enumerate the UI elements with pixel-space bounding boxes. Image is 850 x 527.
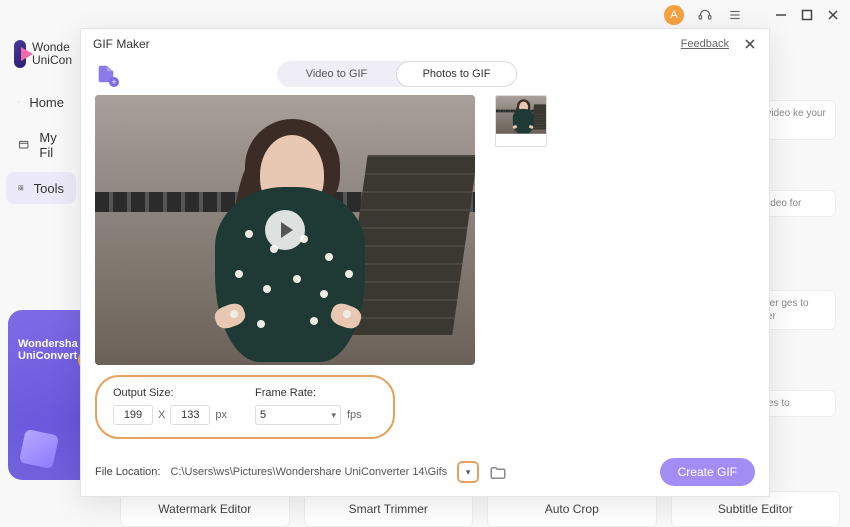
file-location-dropdown[interactable]: ▾ [457, 461, 479, 483]
sidebar-item-tools[interactable]: Tools [6, 172, 76, 204]
brand-line2: UniCon [32, 54, 72, 67]
px-unit: px [215, 409, 227, 421]
promo-cube-icon [19, 429, 59, 469]
mode-tabs: Video to GIF Photos to GIF [277, 61, 517, 87]
modal-close-button[interactable] [743, 37, 757, 51]
sidebar-item-my-files[interactable]: My Fil [6, 122, 76, 168]
gif-maker-modal: GIF Maker Feedback + Video to GIF Photos… [80, 28, 770, 497]
open-folder-button[interactable] [489, 464, 507, 480]
main-titlebar: A [0, 0, 850, 30]
plus-icon: + [109, 77, 119, 87]
file-location-label: File Location: [95, 466, 160, 478]
tab-label: Video to GIF [306, 68, 368, 80]
tab-photos-to-gif[interactable]: Photos to GIF [396, 61, 517, 87]
menu-icon[interactable] [726, 6, 744, 24]
tool-label: Smart Trimmer [349, 502, 428, 516]
output-size-label: Output Size: [113, 387, 227, 399]
output-height-input[interactable] [170, 405, 210, 425]
create-gif-button[interactable]: Create GIF [660, 458, 755, 486]
create-gif-label: Create GIF [678, 465, 737, 479]
logo-mark-icon [14, 40, 26, 68]
home-icon [18, 94, 19, 110]
frame-rate-label: Frame Rate: [255, 387, 362, 399]
sidebar-item-label: My Fil [39, 130, 64, 160]
tool-label: Subtitle Editor [718, 502, 793, 516]
tab-video-to-gif[interactable]: Video to GIF [277, 61, 396, 87]
window-minimize-button[interactable] [774, 8, 788, 22]
fps-unit: fps [347, 409, 362, 421]
file-location-path: C:\Users\ws\Pictures\Wondershare UniConv… [170, 466, 447, 478]
tool-label: Watermark Editor [158, 502, 251, 516]
chevron-down-icon: ▾ [331, 410, 336, 421]
tools-icon [18, 180, 24, 196]
frame-rate-select[interactable]: 5 ▾ [255, 405, 341, 425]
modal-tab-row: + Video to GIF Photos to GIF [95, 61, 755, 87]
tab-label: Photos to GIF [423, 68, 491, 80]
files-icon [18, 137, 29, 153]
sidebar-item-home[interactable]: Home [6, 86, 76, 118]
frame-rate-value: 5 [260, 409, 266, 421]
thumbnail-1[interactable] [495, 95, 547, 147]
thumbnail-strip [495, 95, 755, 442]
tool-label: Auto Crop [545, 502, 599, 516]
window-close-button[interactable] [826, 8, 840, 22]
headset-icon[interactable] [696, 6, 714, 24]
modal-header: GIF Maker Feedback [81, 29, 769, 59]
size-separator: X [158, 409, 165, 421]
window-maximize-button[interactable] [800, 8, 814, 22]
sidebar-item-label: Home [29, 95, 64, 110]
play-button[interactable] [265, 210, 305, 250]
avatar-initial: A [670, 9, 677, 21]
preview-pane [95, 95, 475, 365]
file-location-row: File Location: C:\Users\ws\Pictures\Wond… [95, 458, 755, 486]
app-brand-text: Wonde UniCon [32, 41, 72, 67]
chevron-down-icon: ▾ [466, 467, 471, 478]
user-avatar[interactable]: A [664, 5, 684, 25]
sidebar-item-label: Tools [34, 181, 64, 196]
add-media-button[interactable]: + [95, 63, 117, 85]
app-logo: Wonde UniCon [0, 36, 82, 84]
feedback-link[interactable]: Feedback [681, 38, 729, 50]
output-width-input[interactable] [113, 405, 153, 425]
modal-title: GIF Maker [93, 37, 150, 51]
output-settings-highlight: Output Size: X px Frame Rate: 5 [95, 375, 395, 439]
